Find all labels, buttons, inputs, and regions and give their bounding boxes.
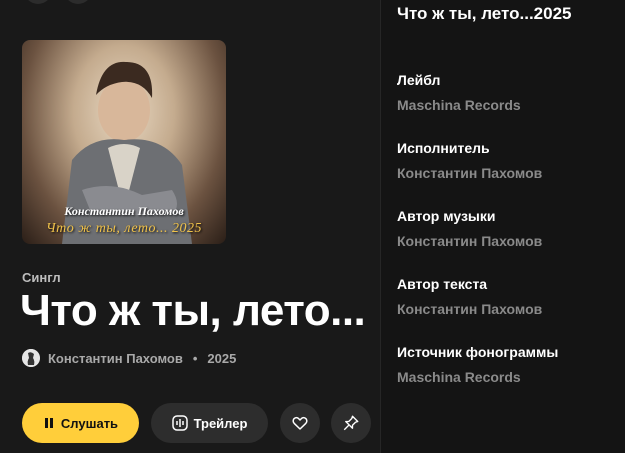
- heart-icon: [292, 416, 308, 430]
- field-performer: Исполнитель Константин Пахомов: [397, 140, 542, 181]
- more-button[interactable]: [64, 0, 92, 4]
- trailer-button[interactable]: Трейлер: [151, 403, 268, 443]
- trailer-button-label: Трейлер: [193, 415, 248, 431]
- artist-row: Константин Пахомов • 2025: [22, 349, 236, 367]
- field-label: Лейбл: [397, 72, 441, 88]
- panel-title: Что ж ты, лето...2025: [397, 4, 572, 23]
- artist-avatar[interactable]: [22, 349, 40, 367]
- cover-title-caption: Что ж ты, лето... 2025: [46, 221, 202, 236]
- play-button[interactable]: Слушать: [22, 403, 139, 443]
- play-button-label: Слушать: [60, 415, 119, 431]
- field-phonogram-source: Источник фонограммы Maschina Records: [397, 344, 558, 385]
- release-info-panel: Что ж ты, лето...2025 Лейбл Maschina Rec…: [380, 0, 625, 453]
- like-button[interactable]: [280, 403, 320, 443]
- field-label: Источник фонограммы: [397, 344, 559, 360]
- release-year: 2025: [207, 350, 237, 366]
- field-value[interactable]: Константин Пахомов: [397, 233, 542, 249]
- field-label: Автор текста: [397, 276, 488, 292]
- field-value[interactable]: Maschina Records: [397, 369, 558, 385]
- field-value[interactable]: Константин Пахомов: [397, 301, 542, 317]
- field-music-author: Автор музыки Константин Пахомов: [397, 208, 542, 249]
- back-button[interactable]: [24, 0, 52, 4]
- pause-icon: [44, 418, 53, 428]
- pin-button[interactable]: [331, 403, 371, 443]
- artist-link[interactable]: Константин Пахомов: [48, 351, 183, 366]
- pin-icon: [343, 415, 359, 431]
- field-label: Автор музыки: [397, 208, 496, 224]
- field-label-company: Лейбл Maschina Records: [397, 72, 521, 113]
- artist-avatar-icon: [22, 349, 40, 367]
- field-value[interactable]: Константин Пахомов: [397, 165, 542, 181]
- separator-dot: •: [192, 350, 198, 366]
- trailer-icon: [171, 415, 188, 431]
- field-label: Исполнитель: [397, 140, 490, 156]
- release-main: Константин Пахомов Что ж ты, лето... 202…: [0, 0, 380, 453]
- release-title: Что ж ты, лето...: [20, 286, 366, 335]
- field-value[interactable]: Maschina Records: [397, 97, 521, 113]
- release-type: Сингл: [22, 270, 61, 285]
- field-lyrics-author: Автор текста Константин Пахомов: [397, 276, 542, 317]
- album-cover: Константин Пахомов Что ж ты, лето... 202…: [22, 40, 226, 244]
- cover-artist-caption: Константин Пахомов: [64, 204, 184, 218]
